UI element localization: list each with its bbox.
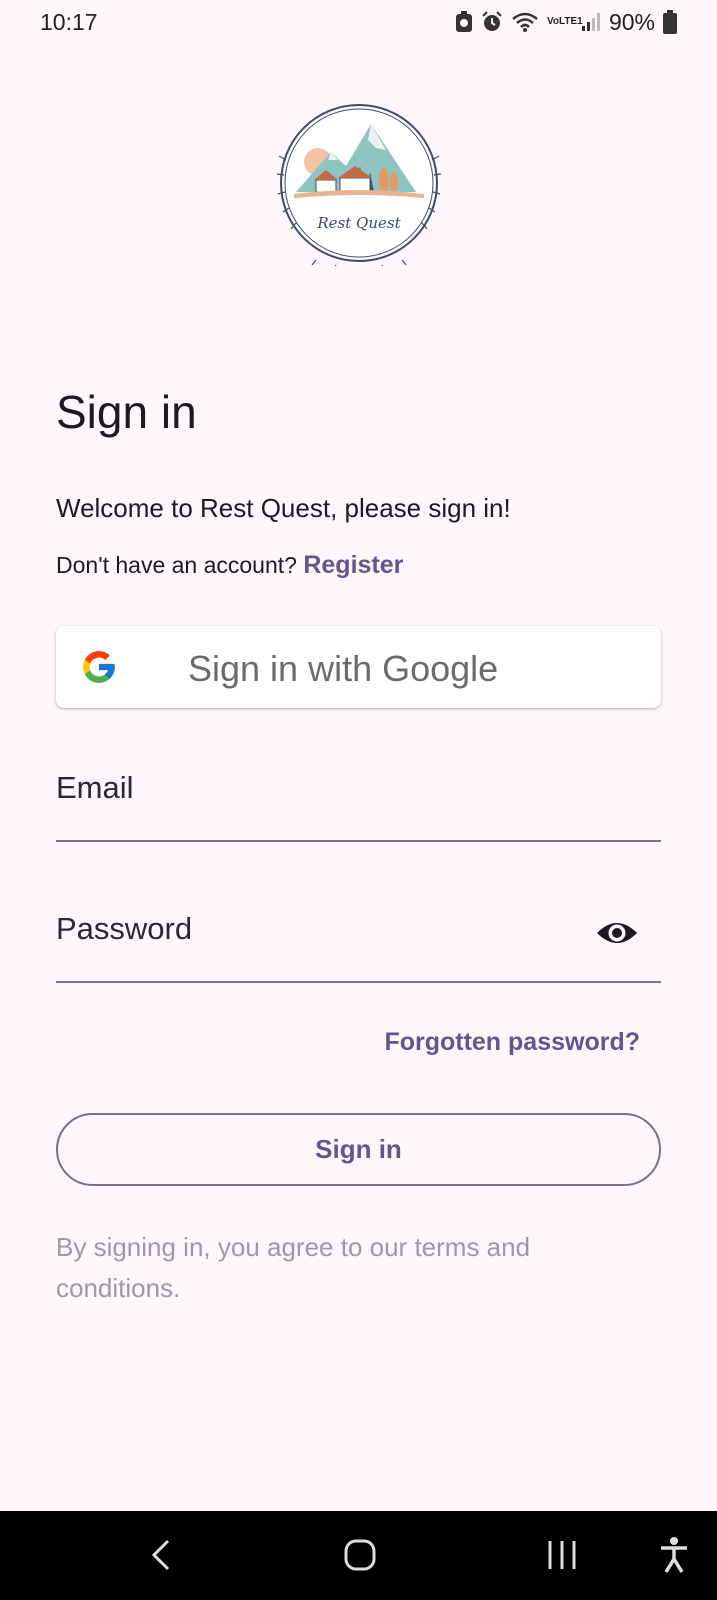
app-logo: Rest Quest	[276, 104, 442, 266]
battery-icon	[663, 10, 677, 34]
password-label: Password	[56, 911, 193, 946]
recents-icon[interactable]	[546, 1535, 578, 1575]
accessibility-icon[interactable]	[658, 1535, 690, 1575]
back-icon[interactable]	[146, 1535, 176, 1575]
home-icon[interactable]	[344, 1535, 376, 1575]
battery-saver-icon	[455, 11, 472, 32]
register-prompt: Don't have an account? Register	[56, 551, 403, 580]
status-time: 10:17	[40, 8, 98, 35]
svg-text:Rest Quest: Rest Quest	[316, 214, 401, 232]
battery-percent: 90%	[608, 8, 655, 35]
terms-text: By signing in, you agree to our terms an…	[56, 1232, 531, 1303]
welcome-text: Welcome to Rest Quest, please sign in!	[56, 493, 511, 523]
wifi-icon	[512, 12, 538, 32]
eye-icon[interactable]	[595, 913, 639, 953]
email-label: Email	[56, 770, 134, 805]
google-signin-label: Sign in with Google	[188, 648, 499, 689]
status-icons: VoLTE1 90%	[455, 9, 677, 36]
system-nav-bar	[0, 1511, 717, 1600]
google-signin-button[interactable]: Sign in with Google	[56, 626, 661, 708]
forgot-password-link[interactable]: Forgotten password?	[384, 1028, 640, 1057]
password-field[interactable]: Password	[56, 883, 661, 983]
status-bar: 10:17 VoLTE1 90%	[0, 0, 717, 44]
page-title: Sign in	[56, 386, 197, 438]
alarm-icon	[482, 11, 502, 31]
register-prompt-text: Don't have an account?	[56, 552, 304, 578]
email-field[interactable]: Email	[56, 742, 661, 842]
register-link[interactable]: Register	[303, 551, 403, 579]
signin-button[interactable]: Sign in	[56, 1113, 661, 1186]
volte-label: VoLTE1	[546, 16, 583, 27]
google-icon	[83, 651, 115, 683]
signal-icon	[581, 13, 600, 31]
